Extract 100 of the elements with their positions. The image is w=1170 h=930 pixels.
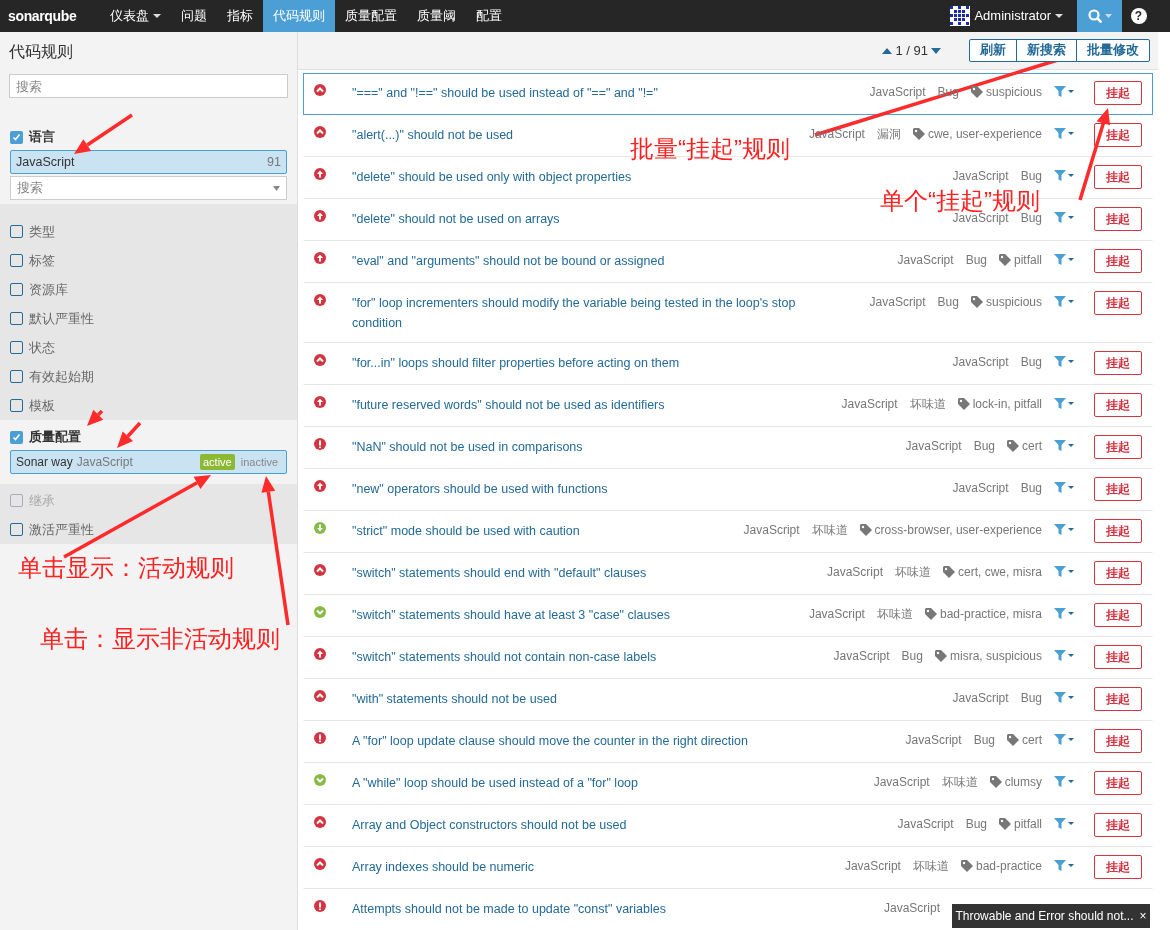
search-field[interactable]: 搜索 [9,74,288,98]
rule-type: Bug [1020,168,1042,185]
rule-title[interactable]: "===" and "!==" should be used instead of "==" and "!=" [352,83,658,103]
deactivate-button[interactable]: 挂起 [1094,561,1142,585]
toolbar-button[interactable]: 刷新 [969,39,1017,62]
deactivate-button[interactable]: 挂起 [1094,291,1142,315]
rule-type: Bug [1020,354,1042,371]
checkbox[interactable] [10,370,23,383]
checkbox[interactable] [10,130,23,144]
rule-type: 坏味道 [941,774,978,791]
facet-label[interactable]: 模板 [29,395,55,416]
rule-title[interactable]: "switch" statements should not contain non-case labels [352,647,657,667]
search-button[interactable] [1077,0,1122,32]
checkbox[interactable] [10,283,23,296]
user-menu[interactable]: Administrator [944,0,1069,32]
deactivate-button[interactable]: 挂起 [1094,249,1142,273]
checkbox[interactable] [10,399,23,412]
deactivate-button[interactable]: 挂起 [1094,165,1142,189]
filter-icon [1054,86,1074,98]
facet-item[interactable]: JavaScript 91 [10,150,287,174]
rule-title[interactable]: "NaN" should not be used in comparisons [352,437,583,457]
deactivate-button[interactable]: 挂起 [1094,207,1142,231]
deactivate-button[interactable]: 挂起 [1094,477,1142,501]
deactivate-button[interactable]: 挂起 [1094,855,1142,879]
facet-label[interactable]: 类型 [29,221,55,242]
rule-title[interactable]: A "while" loop should be used instead of a "for" loop [352,773,638,793]
rule-title[interactable]: A "for" loop update clause should move the counter in the right direction [352,731,748,751]
nav-tab[interactable]: 指标 [217,0,263,32]
deactivate-button[interactable]: 挂起 [1094,813,1142,837]
search-dropdown[interactable]: 搜索 [10,176,287,200]
rule-language: JavaScript [826,564,883,581]
deactivate-button[interactable]: 挂起 [1094,771,1142,795]
rule-title[interactable]: "alert(...)" should not be used [352,125,514,145]
facet-label[interactable]: 语言 [29,127,55,147]
rule-type: 坏味道 [909,396,946,413]
deactivate-button[interactable]: 挂起 [1094,687,1142,711]
facet-label[interactable]: 资源库 [29,279,68,300]
checkbox[interactable] [10,430,23,444]
filter-icon [1054,212,1074,224]
tag-icon [989,776,1002,788]
filter-icon [1054,482,1074,494]
tag-icon [960,860,973,872]
rule-title[interactable]: "delete" should be used only with object properties [352,167,632,187]
checkbox[interactable] [10,312,23,325]
nav-tab[interactable]: 问题 [171,0,217,32]
rule-language: JavaScript [743,522,800,539]
deactivate-button[interactable]: 挂起 [1094,729,1142,753]
rule-title[interactable]: "eval" and "arguments" should not be bound or assigned [352,251,665,271]
nav-tab[interactable]: 质量阈 [407,0,466,32]
facet-label[interactable]: 激活严重性 [29,519,94,540]
deactivate-button[interactable]: 挂起 [1094,351,1142,375]
rule-title[interactable]: "with" statements should not be used [352,689,557,709]
checkbox[interactable] [10,225,23,238]
facet-label[interactable]: 标签 [29,250,55,271]
nav-tab[interactable]: 配置 [466,0,512,32]
rule-language: JavaScript [869,294,926,311]
close-icon[interactable]: × [1139,907,1147,925]
rule-title[interactable]: "switch" statements should end with "default" clauses [352,563,647,583]
caret-icon [153,14,161,18]
tag-icon [859,524,872,536]
rule-tags: bad-practice [975,857,1042,875]
rule-title[interactable]: "for" loop incrementers should modify the variable being tested in the loop's stop condition [352,293,836,333]
facet-label[interactable]: 有效起始期 [29,366,94,387]
deactivate-button[interactable]: 挂起 [1094,435,1142,459]
checkbox[interactable] [10,341,23,354]
toolbar-button[interactable]: 批量修改 [1076,39,1150,62]
check-icon [12,133,21,141]
deactivate-button[interactable]: 挂起 [1094,645,1142,669]
search-icon [1087,9,1102,23]
rule-title[interactable]: Array and Object constructors should not be used [352,815,627,835]
rule-language: JavaScript [952,480,1009,497]
tag-icon [999,818,1011,830]
rule-title[interactable]: "delete" should not be used on arrays [352,209,560,229]
rule-title[interactable]: "new" operators should be used with functions [352,479,608,499]
check-icon [12,433,21,441]
nav-tab[interactable]: 质量配置 [335,0,407,32]
facet-label[interactable]: 状态 [29,337,55,358]
facet-label[interactable]: 默认严重性 [29,308,94,329]
logo[interactable]: sonarqube [0,0,100,32]
deactivate-button[interactable]: 挂起 [1094,81,1142,105]
caret-icon [273,186,280,191]
annotation-arrow [117,421,142,448]
deactivate-button[interactable]: 挂起 [1094,519,1142,543]
rule-title[interactable]: Array indexes should be numeric [352,857,535,877]
rule-title[interactable]: "switch" statements should have at least 3 "case" clauses [352,605,670,625]
deactivate-button[interactable]: 挂起 [1094,603,1142,627]
deactivate-button[interactable]: 挂起 [1094,393,1142,417]
checkbox[interactable] [10,523,23,536]
deactivate-button[interactable]: 挂起 [1094,123,1142,147]
rule-tags: clumsy [1004,773,1042,791]
rule-title[interactable]: Attempts should not be made to update "const" variables [352,899,666,919]
facet-label[interactable]: 质量配置 [29,427,81,447]
nav-tab[interactable]: 仪表盘 [100,0,171,32]
rule-title[interactable]: "strict" mode should be used with caution [352,521,580,541]
checkbox[interactable] [10,254,23,267]
toolbar-button[interactable]: 新搜索 [1016,39,1077,62]
rule-type: 坏味道 [912,858,949,875]
help-button[interactable]: ? [1122,0,1155,32]
rule-title[interactable]: "future reserved words" should not be used as identifiers [352,395,665,415]
rule-title[interactable]: "for...in" loops should filter properties before acting on them [352,353,680,373]
